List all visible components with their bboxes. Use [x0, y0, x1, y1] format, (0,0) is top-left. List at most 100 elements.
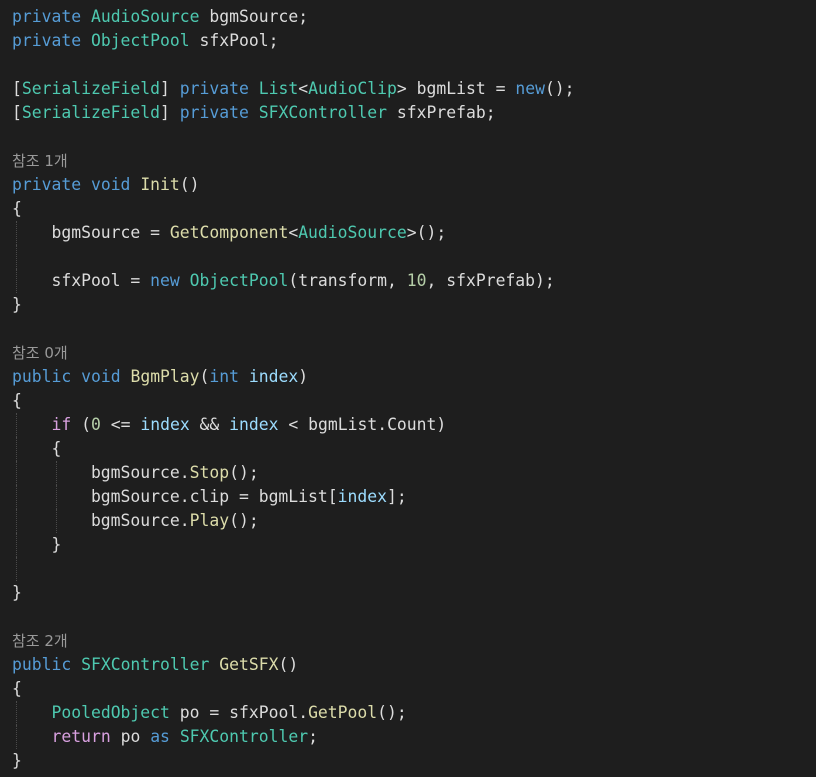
code-token: < bgmList.Count)	[278, 415, 447, 434]
code-token: index	[248, 367, 299, 386]
code-token: (	[71, 415, 91, 434]
code-line[interactable]: }	[12, 581, 816, 605]
indent-guide	[16, 437, 17, 461]
code-token: {	[12, 439, 62, 458]
code-line[interactable]: 참조 0개	[12, 341, 816, 365]
code-line[interactable]: [SerializeField] private List<AudioClip>…	[12, 77, 816, 101]
code-token: , sfxPrefab);	[426, 271, 555, 290]
code-token: [	[12, 79, 22, 98]
code-token: (	[199, 367, 210, 386]
indent-guide	[16, 533, 17, 557]
code-token: void	[90, 175, 131, 194]
code-token: private	[12, 31, 82, 50]
code-token: > bgmList =	[396, 79, 516, 98]
code-line[interactable]: 참조 1개	[12, 149, 816, 173]
code-token: private	[12, 175, 82, 194]
code-editor[interactable]: private AudioSource bgmSource; private Ob…	[12, 5, 816, 777]
code-token: bgmSource =	[12, 223, 170, 242]
code-token: GetSFX	[219, 655, 279, 674]
code-token: AudioSource	[90, 7, 200, 26]
code-line[interactable]: sfxPool = new ObjectPool(transform, 10, …	[12, 269, 816, 293]
code-token: sfxPool;	[189, 31, 279, 50]
code-token: SerializeField	[21, 79, 161, 98]
code-token: void	[81, 367, 121, 386]
indent-guide	[16, 725, 17, 749]
code-token: <	[288, 223, 299, 242]
code-line[interactable]: {	[12, 197, 816, 221]
code-token: SFXController	[81, 655, 210, 674]
code-token: BgmPlay	[130, 367, 200, 386]
indent-guide	[56, 461, 58, 485]
code-line[interactable]: bgmSource = GetComponent<AudioSource>();	[12, 221, 816, 245]
code-token: sfxPool =	[12, 271, 151, 290]
code-line[interactable]	[12, 245, 816, 269]
indent-guide	[16, 413, 17, 437]
codelens-reference-count[interactable]: 참조 1개	[12, 152, 68, 170]
indent-guide	[16, 221, 17, 245]
code-line[interactable]: bgmSource.clip = bgmList[index];	[12, 485, 816, 509]
code-token: Play	[189, 511, 230, 530]
codelens-reference-count[interactable]: 참조 0개	[12, 344, 68, 362]
code-line[interactable]: public SFXController GetSFX()	[12, 653, 816, 677]
code-token: public	[12, 655, 72, 674]
indent-guide	[16, 509, 17, 533]
code-line[interactable]: {	[12, 389, 816, 413]
code-line[interactable]: [SerializeField] private SFXController s…	[12, 101, 816, 125]
indent-guide	[16, 485, 17, 509]
code-token: public	[12, 367, 72, 386]
code-token: if	[51, 415, 72, 434]
code-line[interactable]	[12, 605, 816, 629]
code-token: 0	[90, 415, 101, 434]
code-line[interactable]: private void Init()	[12, 173, 816, 197]
code-token: &&	[189, 415, 230, 434]
code-line[interactable]	[12, 125, 816, 149]
code-token: Init	[140, 175, 180, 194]
code-line[interactable]: {	[12, 677, 816, 701]
code-token: AudioClip	[308, 79, 397, 98]
code-line[interactable]: bgmSource.Stop();	[12, 461, 816, 485]
code-line[interactable]: }	[12, 293, 816, 317]
code-token: }	[12, 535, 62, 554]
code-line[interactable]	[12, 53, 816, 77]
code-token: <=	[100, 415, 141, 434]
code-line[interactable]: bgmSource.Play();	[12, 509, 816, 533]
code-token: (transform,	[288, 271, 407, 290]
code-token: Stop	[189, 463, 230, 482]
code-line[interactable]: public void BgmPlay(int index)	[12, 365, 816, 389]
code-token: ]	[160, 103, 180, 122]
code-line[interactable]: PooledObject po = sfxPool.GetPool();	[12, 701, 816, 725]
code-token: }	[12, 295, 22, 314]
code-line[interactable]: 참조 2개	[12, 629, 816, 653]
code-line[interactable]: }	[12, 533, 816, 557]
code-line[interactable]: private ObjectPool sfxPool;	[12, 29, 816, 53]
code-line[interactable]: private AudioSource bgmSource;	[12, 5, 816, 29]
code-line[interactable]: if (0 <= index && index < bgmList.Count)	[12, 413, 816, 437]
code-line[interactable]	[12, 317, 816, 341]
codelens-reference-count[interactable]: 참조 2개	[12, 632, 68, 650]
code-token: return	[51, 727, 111, 746]
code-line[interactable]: }	[12, 749, 816, 773]
code-token: ();	[229, 463, 259, 482]
indent-guide	[56, 509, 58, 533]
code-line[interactable]: {	[12, 437, 816, 461]
code-token: ObjectPool	[189, 271, 289, 290]
code-token: ()	[278, 655, 299, 674]
code-token: index	[140, 415, 190, 434]
code-token: >();	[406, 223, 447, 242]
code-token: ;	[308, 727, 318, 746]
indent-guide	[16, 461, 17, 485]
code-line[interactable]	[12, 557, 816, 581]
code-line[interactable]: return po as SFXController;	[12, 725, 816, 749]
code-token: AudioSource	[298, 223, 407, 242]
